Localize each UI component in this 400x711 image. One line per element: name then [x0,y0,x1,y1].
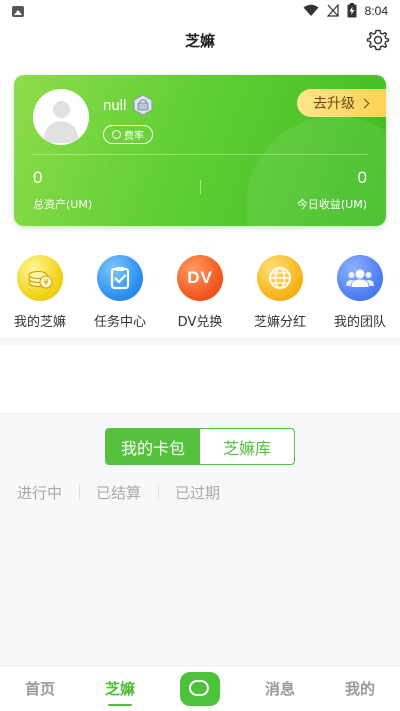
menu-label: 芝嫲分红 [253,315,306,330]
menu-label: 任务中心 [93,315,146,330]
today-income-value: 0 [357,168,367,187]
dv-icon: DV [177,255,223,301]
total-assets-label: 总资产(UM) [33,198,93,211]
today-income-label: 今日收益(UM) [296,198,367,211]
section-separator [0,337,400,345]
avatar-head [53,101,70,118]
total-assets-value: 0 [33,168,43,187]
menu-item-my-zhima[interactable]: ¥ 我的芝嫲 [0,255,80,337]
page-title: 芝嫲 [184,32,215,50]
bottom-tab-bar: 首页 芝嫲 消息 我的 [0,665,400,711]
rate-label: 费率 [124,131,144,142]
battery-charging-icon [347,3,357,18]
clock: 8:04 [364,3,388,18]
status-icons: 8:04 [303,3,388,18]
tab-mine[interactable]: 我的 [320,666,400,711]
tab-messages[interactable]: 消息 [240,666,320,711]
tab-home[interactable]: 首页 [0,666,80,711]
segment-my-card-pack[interactable]: 我的卡包 [106,429,200,464]
rate-badge[interactable]: 费率 [103,125,153,144]
no-signal-icon [326,4,339,17]
settings-gear-icon[interactable] [366,28,390,52]
wifi-icon [303,4,319,16]
card-vertical-divider [200,180,201,194]
coins-icon: ¥ [17,255,63,301]
wallet-segment-control: 我的卡包 芝嫲库 [105,428,295,465]
tab-zhima[interactable]: 芝嫲 [80,666,160,711]
quick-menu: ¥ 我的芝嫲 任务中心 DV DV兑换 芝嫲分红 我的团队 [0,255,400,337]
tab-center[interactable] [160,666,240,711]
menu-label: 我的团队 [333,315,386,330]
svg-text:¥: ¥ [43,278,48,287]
menu-label: DV兑换 [177,315,223,330]
avatar[interactable] [33,89,89,145]
gallery-notification-icon [12,6,24,17]
menu-item-dv-exchange[interactable]: DV DV兑换 [160,255,240,337]
account-card: null 费率 去升级 0 总资产(UM) 0 今日收益(UM) [14,75,386,226]
status-bar: 8:04 [0,0,400,24]
menu-label: 我的芝嫲 [13,315,66,330]
card-divider [32,154,368,155]
center-action-icon [180,671,220,706]
upgrade-button[interactable]: 去升级 [297,89,386,117]
status-filter-tabs: 进行中 已结算 已过期 [0,481,400,503]
vip-level-icon [133,94,153,116]
top-bar: 芝嫲 [0,24,400,58]
menu-item-my-team[interactable]: 我的团队 [320,255,400,337]
username: null [103,97,127,114]
filter-settled[interactable]: 已结算 [79,482,158,503]
chevron-right-icon [359,98,370,108]
menu-item-dividend[interactable]: 芝嫲分红 [240,255,320,337]
filter-expired[interactable]: 已过期 [158,482,237,503]
upgrade-label: 去升级 [313,96,355,112]
avatar-body [44,121,78,143]
rate-icon [112,130,121,139]
filter-in-progress[interactable]: 进行中 [0,482,79,503]
globe-icon [257,255,303,301]
clipboard-check-icon [97,255,143,301]
team-icon [337,255,383,301]
menu-item-task-center[interactable]: 任务中心 [80,255,160,337]
segment-zhima-library[interactable]: 芝嫲库 [200,429,294,464]
